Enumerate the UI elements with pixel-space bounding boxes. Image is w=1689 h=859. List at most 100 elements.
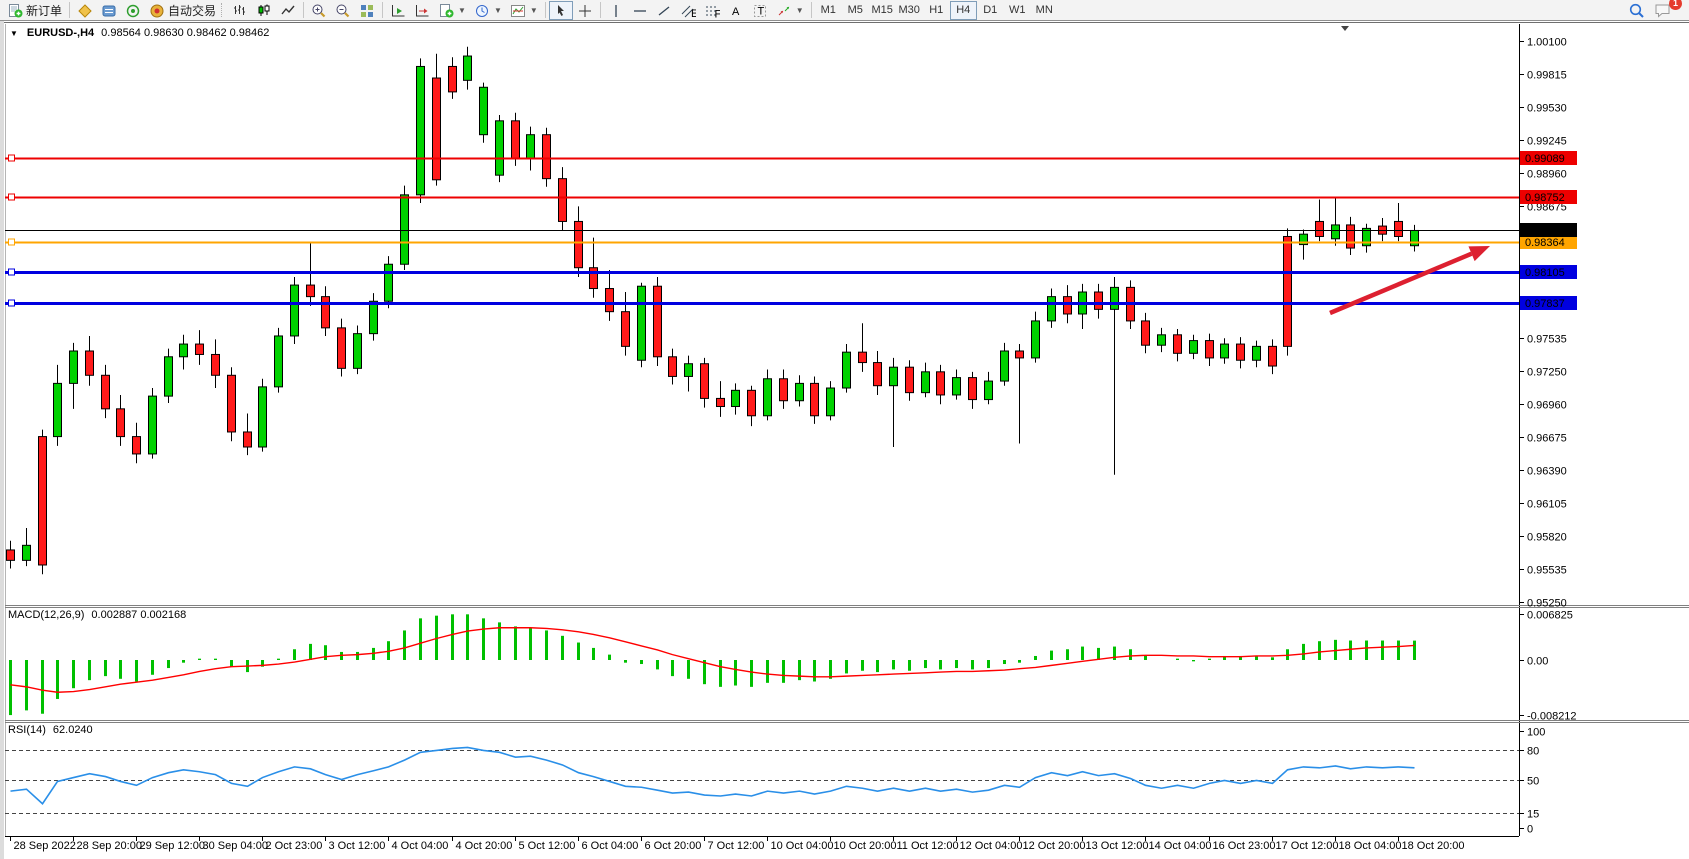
line-anchor[interactable] bbox=[9, 269, 15, 275]
svg-text:T: T bbox=[757, 5, 764, 17]
channel-icon: E bbox=[680, 3, 696, 18]
rsi-series bbox=[5, 747, 1519, 813]
text-button[interactable]: A bbox=[724, 1, 748, 20]
tf-w1-button[interactable]: W1 bbox=[1004, 1, 1031, 20]
svg-text:5 Oct 12:00: 5 Oct 12:00 bbox=[519, 840, 576, 852]
svg-text:10 Oct 04:00: 10 Oct 04:00 bbox=[771, 840, 834, 852]
candlestick-series[interactable] bbox=[7, 47, 1419, 574]
text-label-button[interactable]: T bbox=[748, 1, 772, 20]
auto-trading-button[interactable]: 自动交易 bbox=[145, 1, 220, 20]
svg-text:100: 100 bbox=[1527, 727, 1545, 739]
svg-text:E: E bbox=[691, 8, 696, 18]
toolbar: 新订单 自动交易 ▼ ▼ ▼ E F A T ▼ M1 M5 M15 M30 H… bbox=[0, 0, 1689, 21]
tf-h4-button[interactable]: H4 bbox=[950, 1, 977, 20]
cursor-button[interactable] bbox=[549, 1, 573, 20]
chart-bars-button[interactable] bbox=[228, 1, 252, 20]
chart-line-button[interactable] bbox=[276, 1, 300, 20]
indicators-icon bbox=[510, 3, 526, 18]
svg-text:-0.008212: -0.008212 bbox=[1527, 711, 1577, 723]
new-order-button[interactable]: 新订单 bbox=[3, 1, 66, 20]
bar-chart-icon bbox=[232, 3, 248, 18]
chart-shift-marker[interactable] bbox=[1341, 26, 1349, 31]
new-chart-button[interactable]: ▼ bbox=[434, 1, 470, 20]
trendline-button[interactable] bbox=[652, 1, 676, 20]
svg-text:28 Sep 2022: 28 Sep 2022 bbox=[14, 840, 76, 852]
svg-text:0.99245: 0.99245 bbox=[1527, 136, 1567, 148]
tf-m1-button[interactable]: M1 bbox=[815, 1, 842, 20]
new-order-icon bbox=[7, 3, 23, 18]
fibonacci-icon: F bbox=[704, 3, 720, 18]
horizontal-line-button[interactable] bbox=[628, 1, 652, 20]
data-window-icon bbox=[101, 3, 117, 18]
tf-h1-button[interactable]: H1 bbox=[923, 1, 950, 20]
period-button[interactable]: ▼ bbox=[470, 1, 506, 20]
separator bbox=[600, 2, 601, 18]
new-order-label: 新订单 bbox=[26, 2, 62, 19]
zoom-out-button[interactable] bbox=[331, 1, 355, 20]
autoscroll-button[interactable] bbox=[386, 1, 410, 20]
svg-text:0.98752: 0.98752 bbox=[1525, 192, 1565, 204]
svg-text:10 Oct 20:00: 10 Oct 20:00 bbox=[834, 840, 897, 852]
svg-text:0.97535: 0.97535 bbox=[1527, 334, 1567, 346]
separator bbox=[69, 2, 70, 18]
svg-text:50: 50 bbox=[1527, 776, 1539, 788]
notification-badge: 1 bbox=[1669, 0, 1682, 10]
zoom-out-icon bbox=[335, 3, 351, 18]
svg-text:18 Oct 04:00: 18 Oct 04:00 bbox=[1339, 840, 1402, 852]
symbols-icon bbox=[77, 3, 93, 18]
svg-text:12 Oct 04:00: 12 Oct 04:00 bbox=[960, 840, 1023, 852]
symbol-dropdown-icon[interactable]: ▼ bbox=[10, 29, 18, 38]
svg-text:4 Oct 04:00: 4 Oct 04:00 bbox=[392, 840, 449, 852]
chevron-down-icon: ▼ bbox=[796, 6, 804, 15]
svg-text:18 Oct 20:00: 18 Oct 20:00 bbox=[1402, 840, 1465, 852]
signals-icon bbox=[125, 3, 141, 18]
search-button[interactable] bbox=[1624, 1, 1650, 20]
tile-windows-button[interactable] bbox=[355, 1, 379, 20]
macd-indicator-label: MACD(12,26,9) 0.002887 0.002168 bbox=[8, 609, 186, 621]
line-anchor[interactable] bbox=[9, 300, 15, 306]
zoom-in-button[interactable] bbox=[307, 1, 331, 20]
svg-text:0.98462: 0.98462 bbox=[1525, 225, 1565, 237]
data-window-button[interactable] bbox=[97, 1, 121, 20]
crosshair-button[interactable] bbox=[573, 1, 597, 20]
tf-m15-button[interactable]: M15 bbox=[869, 1, 896, 20]
line-anchor[interactable] bbox=[9, 194, 15, 200]
separator bbox=[382, 2, 383, 18]
text-label-icon: T bbox=[752, 3, 768, 18]
svg-text:29 Sep 12:00: 29 Sep 12:00 bbox=[140, 840, 205, 852]
chart-candles-button[interactable] bbox=[252, 1, 276, 20]
svg-text:0.99530: 0.99530 bbox=[1527, 103, 1567, 115]
svg-text:13 Oct 12:00: 13 Oct 12:00 bbox=[1086, 840, 1149, 852]
chevron-down-icon: ▼ bbox=[530, 6, 538, 15]
svg-text:3 Oct 12:00: 3 Oct 12:00 bbox=[329, 840, 386, 852]
chart-shift-button[interactable] bbox=[410, 1, 434, 20]
symbols-button[interactable] bbox=[73, 1, 97, 20]
vertical-line-icon bbox=[608, 3, 624, 18]
svg-text:0.95535: 0.95535 bbox=[1527, 565, 1567, 577]
vertical-line-button[interactable] bbox=[604, 1, 628, 20]
svg-text:0: 0 bbox=[1527, 824, 1533, 836]
chart-canvas[interactable]: 1.001000.998150.995300.992450.989600.986… bbox=[0, 0, 1689, 859]
separator bbox=[303, 2, 304, 18]
signals-button[interactable] bbox=[121, 1, 145, 20]
tf-d1-button[interactable]: D1 bbox=[977, 1, 1004, 20]
arrows-button[interactable]: ▼ bbox=[772, 1, 808, 20]
svg-text:0.98364: 0.98364 bbox=[1525, 237, 1565, 249]
tf-m30-button[interactable]: M30 bbox=[896, 1, 923, 20]
line-anchor[interactable] bbox=[9, 239, 15, 245]
channel-button[interactable]: E bbox=[676, 1, 700, 20]
window-edge bbox=[0, 21, 4, 859]
line-anchor[interactable] bbox=[9, 155, 15, 161]
ohlc-values: 0.98564 0.98630 0.98462 0.98462 bbox=[101, 27, 269, 39]
arrows-icon bbox=[776, 3, 792, 18]
svg-text:0.95250: 0.95250 bbox=[1527, 598, 1567, 610]
macd-signal-line bbox=[11, 628, 1415, 692]
svg-text:0.96105: 0.96105 bbox=[1527, 499, 1567, 511]
indicators-button[interactable]: ▼ bbox=[506, 1, 542, 20]
tf-m5-button[interactable]: M5 bbox=[842, 1, 869, 20]
crosshair-icon bbox=[577, 3, 593, 18]
svg-text:0.98105: 0.98105 bbox=[1525, 267, 1565, 279]
svg-text:A: A bbox=[732, 6, 740, 18]
fibonacci-button[interactable]: F bbox=[700, 1, 724, 20]
tf-mn-button[interactable]: MN bbox=[1031, 1, 1058, 20]
